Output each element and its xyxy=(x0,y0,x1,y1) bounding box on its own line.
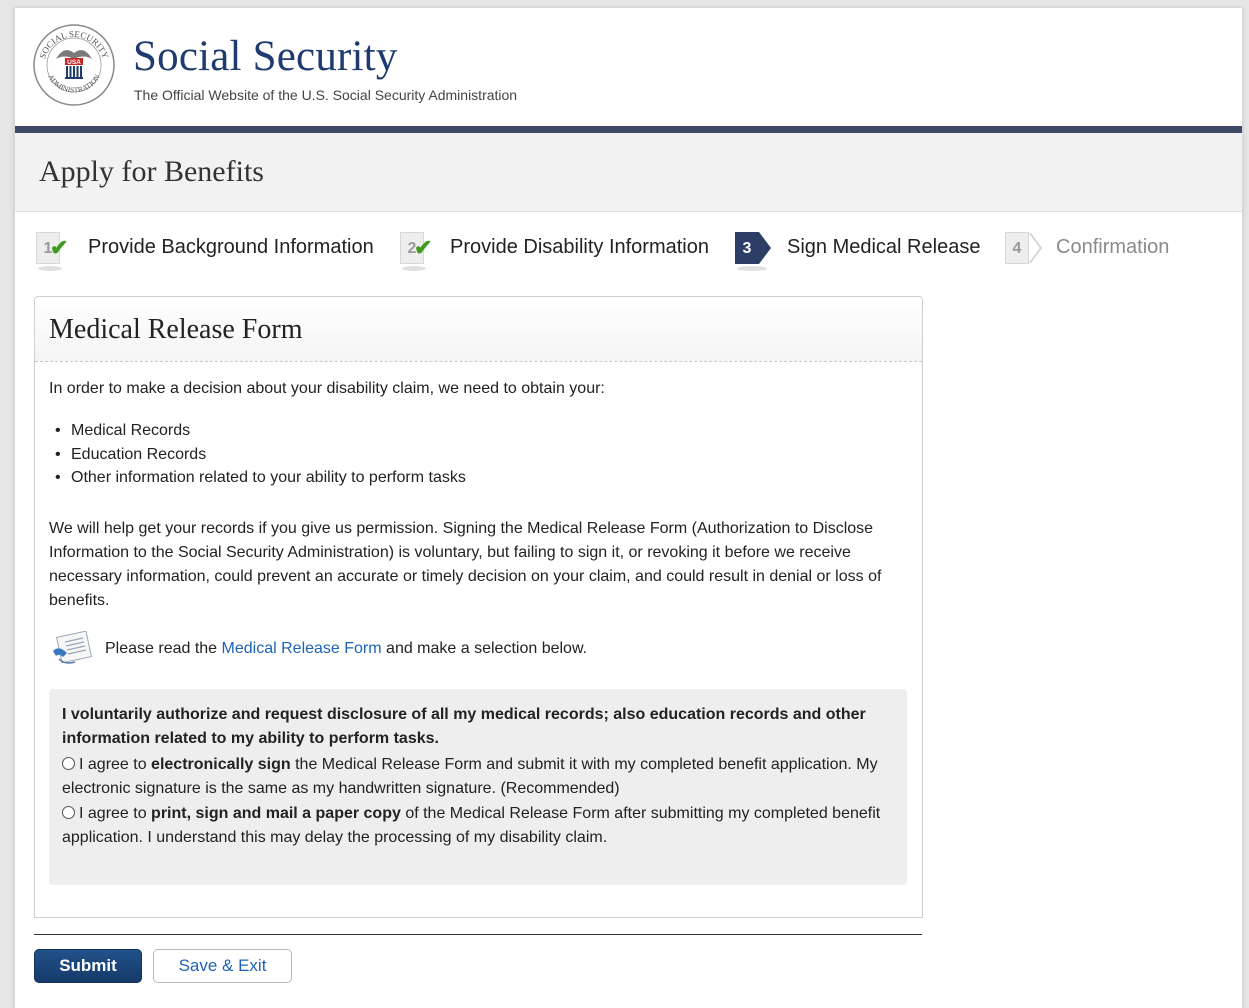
svg-text:USA: USA xyxy=(67,59,81,66)
panel-title: Medical Release Form xyxy=(49,314,303,345)
option-electronic-sign[interactable]: I agree to electronically sign the Medic… xyxy=(62,753,882,801)
title-band: Apply for Benefits xyxy=(15,133,1242,212)
step-4-arrow-icon xyxy=(1029,232,1042,264)
progress-steps: 1 ✔ Provide Background Information 2 ✔ P… xyxy=(15,230,1242,276)
header-divider xyxy=(15,126,1242,133)
step-1-shadow xyxy=(38,266,62,271)
step-2-label: Provide Disability Information xyxy=(450,236,709,258)
step-3-label: Sign Medical Release xyxy=(787,236,981,258)
checkmark-icon: ✔ xyxy=(414,235,433,260)
list-item: Education Records xyxy=(55,443,466,467)
site-title[interactable]: Social Security xyxy=(133,32,398,81)
option2-bold: print, sign and mail a paper copy xyxy=(151,805,401,822)
button-divider xyxy=(34,934,922,935)
option1-pre: I agree to xyxy=(79,756,152,773)
panel-header: Medical Release Form xyxy=(35,297,922,362)
read-suffix: and make a selection below. xyxy=(381,640,588,657)
medical-release-form-link[interactable]: Medical Release Form xyxy=(222,640,382,657)
step-4: 4 Confirmation xyxy=(1005,230,1215,270)
step-3: 3 Sign Medical Release xyxy=(735,230,995,271)
ssa-seal-logo[interactable]: SOCIAL SECURITY ADMINISTRATION USA xyxy=(32,23,116,107)
step-2: 2 ✔ Provide Disability Information xyxy=(400,230,730,271)
read-prefix: Please read the xyxy=(105,640,222,657)
consent-heading: I voluntarily authorize and request disc… xyxy=(62,706,866,747)
submit-button[interactable]: Submit xyxy=(34,949,142,983)
step-4-number: 4 xyxy=(1005,232,1029,264)
option2-pre: I agree to xyxy=(79,805,152,822)
step-3-shadow xyxy=(737,266,767,271)
step-4-label: Confirmation xyxy=(1056,236,1170,258)
step-1-label: Provide Background Information xyxy=(88,236,374,258)
records-list: Medical Records Education Records Other … xyxy=(55,419,466,490)
option1-bold: electronically sign xyxy=(151,756,291,773)
intro-text: In order to make a decision about your d… xyxy=(49,380,605,397)
list-item: Other information related to your abilit… xyxy=(55,466,466,490)
site-subtitle: The Official Website of the U.S. Social … xyxy=(134,87,518,103)
permission-paragraph: We will help get your records if you giv… xyxy=(49,520,882,609)
page-container: SOCIAL SECURITY ADMINISTRATION USA Socia… xyxy=(14,8,1243,1008)
step-1: 1 ✔ Provide Background Information xyxy=(36,230,382,271)
page-title: Apply for Benefits xyxy=(39,155,264,188)
medical-release-panel: Medical Release Form In order to make a … xyxy=(34,296,923,918)
step-3-arrow-icon xyxy=(759,232,771,264)
site-header: SOCIAL SECURITY ADMINISTRATION USA Socia… xyxy=(15,8,1242,126)
electronic-sign-radio[interactable] xyxy=(62,757,75,770)
option-paper-copy[interactable]: I agree to print, sign and mail a paper … xyxy=(62,802,882,850)
step-3-number: 3 xyxy=(735,232,759,264)
consent-box: I voluntarily authorize and request disc… xyxy=(49,689,907,885)
save-exit-button[interactable]: Save & Exit xyxy=(153,949,292,983)
step-2-shadow xyxy=(402,266,426,271)
paper-copy-radio[interactable] xyxy=(62,806,75,819)
list-item: Medical Records xyxy=(55,419,466,443)
checkmark-icon: ✔ xyxy=(50,235,69,260)
document-icon xyxy=(53,631,92,664)
read-text: Please read the Medical Release Form and… xyxy=(105,640,587,658)
